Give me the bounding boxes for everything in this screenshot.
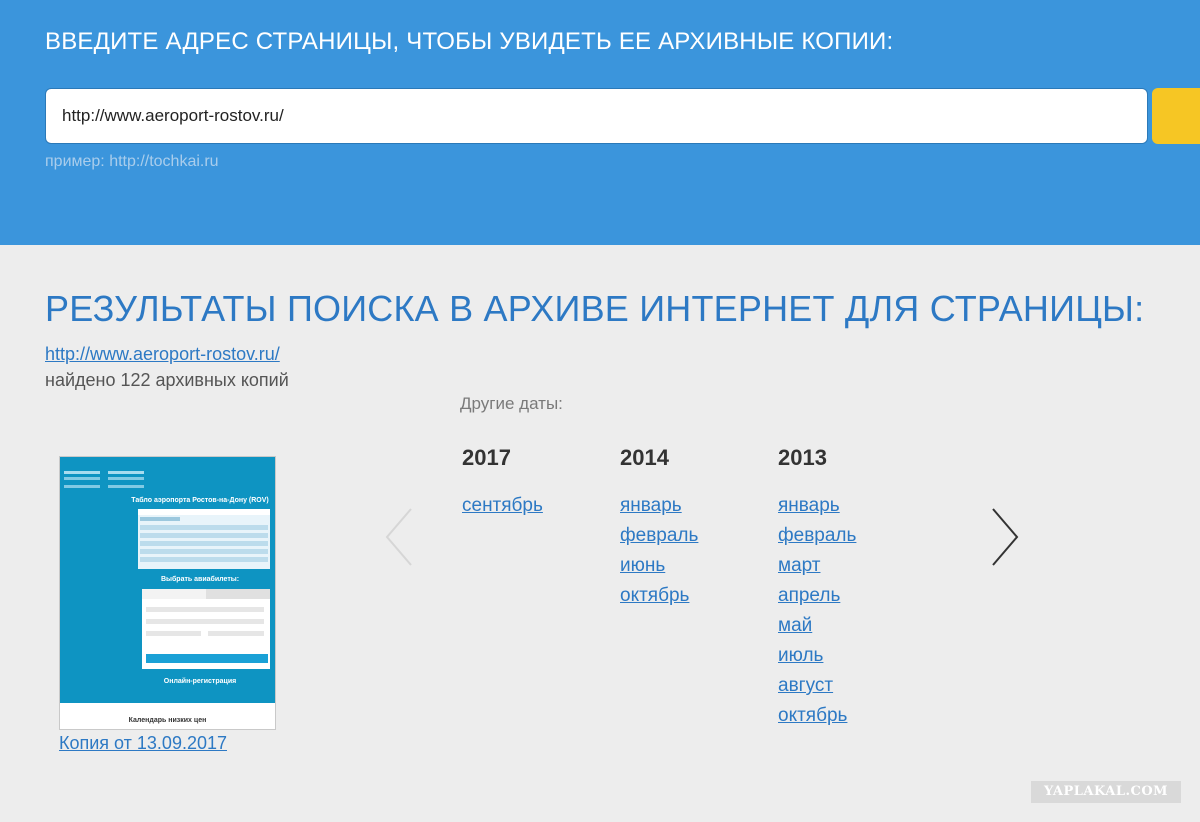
month-link[interactable]: январь xyxy=(778,491,856,521)
month-link[interactable]: февраль xyxy=(620,521,698,551)
month-link[interactable]: январь xyxy=(620,491,698,521)
year-label: 2014 xyxy=(620,445,669,470)
preview-tickets: Выбрать авиабилеты: xyxy=(161,575,239,583)
year-column-2017: 2017 сентябрь xyxy=(462,445,543,521)
snapshot-preview-image: Табло аэропорта Ростов-на-Дону (ROV) Выб… xyxy=(60,457,275,729)
year-column-2013: 2013 январь февраль март апрель май июль… xyxy=(778,445,856,731)
year-label: 2017 xyxy=(462,445,511,470)
month-link[interactable]: сентябрь xyxy=(462,491,543,521)
month-link[interactable]: октябрь xyxy=(778,701,856,731)
preview-title: Табло аэропорта Ростов-на-Дону (ROV) xyxy=(131,496,269,504)
month-link[interactable]: апрель xyxy=(778,581,856,611)
search-button[interactable] xyxy=(1152,88,1200,144)
search-header: ВВЕДИТЕ АДРЕС СТРАНИЦЫ, ЧТОБЫ УВИДЕТЬ ЕЕ… xyxy=(0,0,1200,245)
month-link[interactable]: октябрь xyxy=(620,581,698,611)
preview-checkin: Онлайн-регистрация xyxy=(164,677,236,685)
preview-calendar: Календарь низких цен xyxy=(60,703,275,729)
results-title: РЕЗУЛЬТАТЫ ПОИСКА В АРХИВЕ ИНТЕРНЕТ ДЛЯ … xyxy=(45,288,1145,329)
month-link[interactable]: февраль xyxy=(778,521,856,551)
chevron-right-icon[interactable] xyxy=(987,505,1021,569)
snapshot-caption-link[interactable]: Копия от 13.09.2017 xyxy=(59,733,227,754)
month-link[interactable]: март xyxy=(778,551,856,581)
month-link[interactable]: август xyxy=(778,671,856,701)
chevron-left-icon[interactable] xyxy=(383,505,417,569)
watermark: YAPLAKAL.COM xyxy=(1031,781,1181,803)
month-link[interactable]: июль xyxy=(778,641,856,671)
year-label: 2013 xyxy=(778,445,827,470)
header-title: ВВЕДИТЕ АДРЕС СТРАНИЦЫ, ЧТОБЫ УВИДЕТЬ ЕЕ… xyxy=(45,28,894,55)
snapshot-thumbnail[interactable]: Табло аэропорта Ростов-на-Дону (ROV) Выб… xyxy=(59,456,276,730)
example-hint: пример: http://tochkai.ru xyxy=(45,153,219,170)
url-input[interactable] xyxy=(45,88,1148,144)
results-url-link[interactable]: http://www.aeroport-rostov.ru/ xyxy=(45,344,280,365)
found-count: найдено 122 архивных копий xyxy=(45,370,289,390)
month-link[interactable]: июнь xyxy=(620,551,698,581)
other-dates-label: Другие даты: xyxy=(460,394,563,413)
month-link[interactable]: май xyxy=(778,611,856,641)
year-column-2014: 2014 январь февраль июнь октябрь xyxy=(620,445,698,611)
